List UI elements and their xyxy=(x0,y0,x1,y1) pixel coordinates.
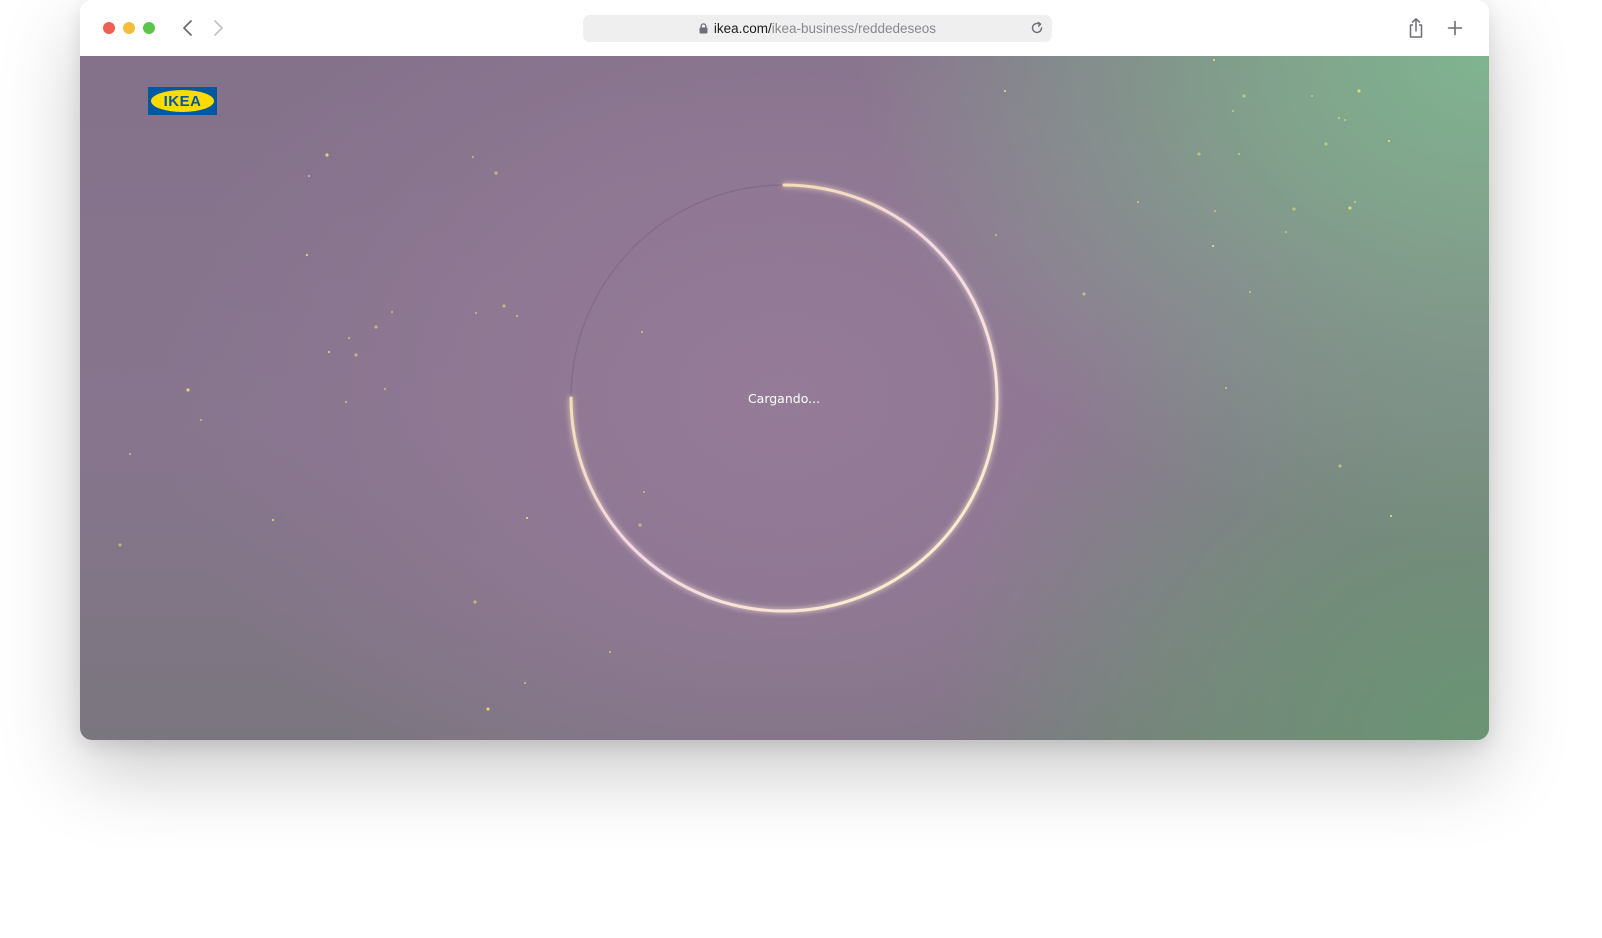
share-icon xyxy=(1409,18,1423,38)
address-bar[interactable]: ikea.com/ikea-business/reddedeseos xyxy=(583,15,1052,42)
chevron-left-icon xyxy=(183,20,192,36)
lock-icon xyxy=(699,22,708,37)
zoom-window-button[interactable] xyxy=(143,22,155,34)
plus-icon xyxy=(1447,20,1463,36)
new-tab-button[interactable] xyxy=(1443,16,1467,40)
browser-window: ikea.com/ikea-business/reddedeseos IKEA … xyxy=(80,0,1489,740)
page-content: IKEA Cargando... xyxy=(80,56,1489,740)
minimize-window-button[interactable] xyxy=(123,22,135,34)
url-path: ikea-business/reddedeseos xyxy=(771,21,937,36)
url-host: ikea.com/ xyxy=(713,21,772,36)
chevron-right-icon xyxy=(214,20,223,36)
back-button[interactable] xyxy=(176,16,200,40)
browser-toolbar: ikea.com/ikea-business/reddedeseos xyxy=(80,0,1489,57)
forward-button[interactable] xyxy=(206,16,230,40)
reload-icon[interactable] xyxy=(1029,20,1045,36)
share-button[interactable] xyxy=(1404,16,1428,40)
loading-text: Cargando... xyxy=(747,391,821,406)
close-window-button[interactable] xyxy=(103,22,115,34)
